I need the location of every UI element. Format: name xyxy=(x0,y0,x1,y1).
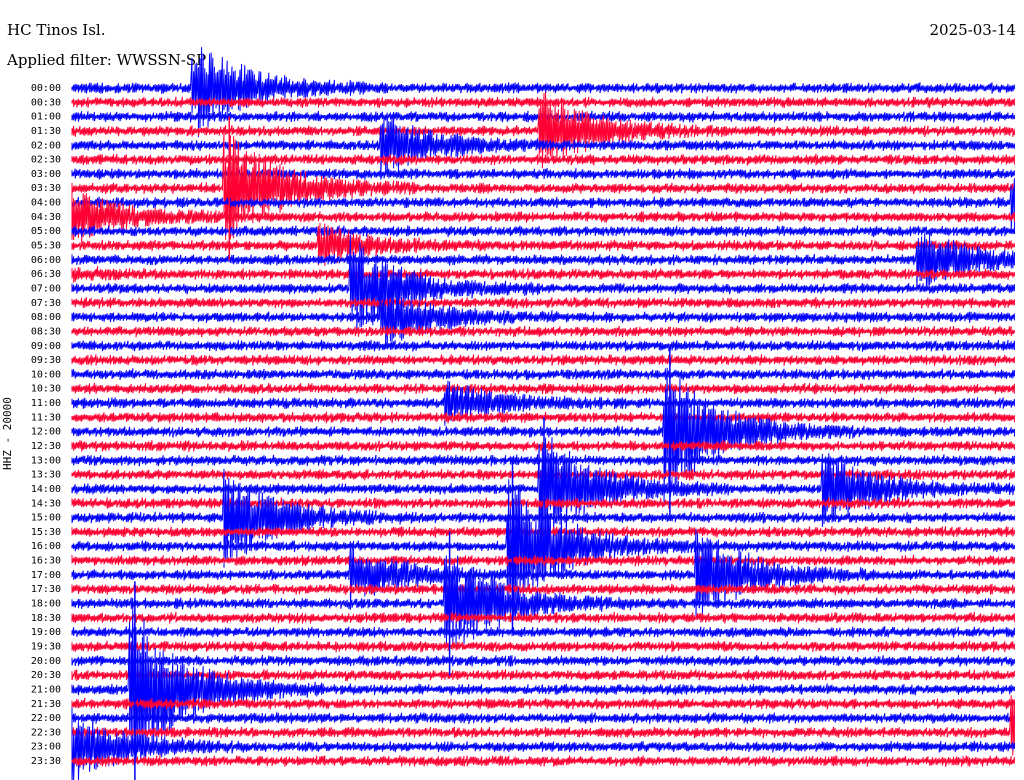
seismic-trace-0430 xyxy=(71,185,1015,244)
row-time-label: 17:30 xyxy=(31,584,61,595)
row-time-label: 15:00 xyxy=(31,513,61,524)
seismic-trace-2100 xyxy=(71,601,1015,761)
row-time-label: 19:00 xyxy=(31,627,61,638)
row-time-label: 04:30 xyxy=(31,212,61,223)
row-time-label: 17:00 xyxy=(31,570,61,581)
seismic-trace-1030 xyxy=(71,382,1015,395)
row-time-label: 21:30 xyxy=(31,699,61,710)
row-time-label: 15:30 xyxy=(31,527,61,538)
row-time-label: 21:00 xyxy=(31,684,61,695)
seismic-trace-1230 xyxy=(71,440,1015,452)
row-time-label: 04:00 xyxy=(31,198,61,209)
row-time-label: 22:00 xyxy=(31,713,61,724)
seismic-trace-1400 xyxy=(71,437,1015,542)
seismic-trace-0230 xyxy=(71,153,1015,166)
row-time-label: 18:00 xyxy=(31,599,61,610)
row-time-label: 23:00 xyxy=(31,742,61,753)
row-time-label: 14:30 xyxy=(31,498,61,509)
row-time-label: 18:30 xyxy=(31,613,61,624)
row-time-label: 02:30 xyxy=(31,155,61,166)
row-time-label: 14:00 xyxy=(31,484,61,495)
row-time-label: 12:30 xyxy=(31,441,61,452)
row-time-label: 06:00 xyxy=(31,255,61,266)
row-time-label: 00:30 xyxy=(31,97,61,108)
row-time-label: 19:30 xyxy=(31,641,61,652)
row-time-label: 12:00 xyxy=(31,427,61,438)
seismic-trace-0600 xyxy=(71,232,1015,292)
seismic-trace-0730 xyxy=(71,296,1015,309)
row-time-label: 07:30 xyxy=(31,298,61,309)
row-time-label: 06:30 xyxy=(31,269,61,280)
row-time-label: 02:00 xyxy=(31,140,61,151)
seismic-trace-2330 xyxy=(71,755,1015,767)
seismic-trace-1830 xyxy=(71,611,1015,624)
seismic-trace-1730 xyxy=(71,583,1015,596)
row-time-label: 11:30 xyxy=(31,412,61,423)
row-time-label: 16:30 xyxy=(31,556,61,567)
seismic-trace-2000 xyxy=(71,654,1015,667)
row-time-label: 08:00 xyxy=(31,312,61,323)
row-time-label: 10:30 xyxy=(31,384,61,395)
row-time-label: 22:30 xyxy=(31,727,61,738)
helicorder-plot: 00:00 00:30 01:00 01:30 02:00 02:30 03:00 03:30… xyxy=(31,47,1015,780)
row-time-label: 10:00 xyxy=(31,369,61,380)
seismic-trace-0830 xyxy=(71,325,1015,338)
row-time-label: 23:30 xyxy=(31,756,61,767)
row-time-label: 00:00 xyxy=(31,83,61,94)
seismic-trace-0500 xyxy=(71,225,1015,238)
row-time-label: 01:00 xyxy=(31,112,61,123)
seismic-trace-0300 xyxy=(71,167,1015,180)
row-time-label: 08:30 xyxy=(31,326,61,337)
seismic-trace-2030 xyxy=(71,669,1015,682)
seismic-trace-0800 xyxy=(71,284,1015,345)
seismic-trace-1930 xyxy=(71,640,1015,653)
row-time-label: 16:00 xyxy=(31,541,61,552)
seismic-trace-0900 xyxy=(71,339,1015,352)
row-time-label: 01:30 xyxy=(31,126,61,137)
row-time-label: 11:00 xyxy=(31,398,61,409)
row-time-label: 03:30 xyxy=(31,183,61,194)
row-time-label: 20:00 xyxy=(31,656,61,667)
seismic-trace-0700 xyxy=(71,235,1015,334)
row-time-label: 13:30 xyxy=(31,470,61,481)
row-time-label: 20:30 xyxy=(31,670,61,681)
row-time-label: 05:30 xyxy=(31,241,61,252)
row-time-label: 03:00 xyxy=(31,169,61,180)
row-time-label: 07:00 xyxy=(31,283,61,294)
seismic-trace-0930 xyxy=(71,354,1015,367)
row-time-label: 09:30 xyxy=(31,355,61,366)
seismic-trace-0630 xyxy=(71,266,1015,283)
seismic-trace-1000 xyxy=(71,368,1015,381)
seismic-trace-1130 xyxy=(71,411,1015,424)
seismic-trace-1900 xyxy=(71,626,1015,639)
row-time-label: 13:00 xyxy=(31,455,61,466)
seismic-trace-2200 xyxy=(71,712,1015,725)
row-time-label: 09:00 xyxy=(31,341,61,352)
row-time-label: 05:00 xyxy=(31,226,61,237)
